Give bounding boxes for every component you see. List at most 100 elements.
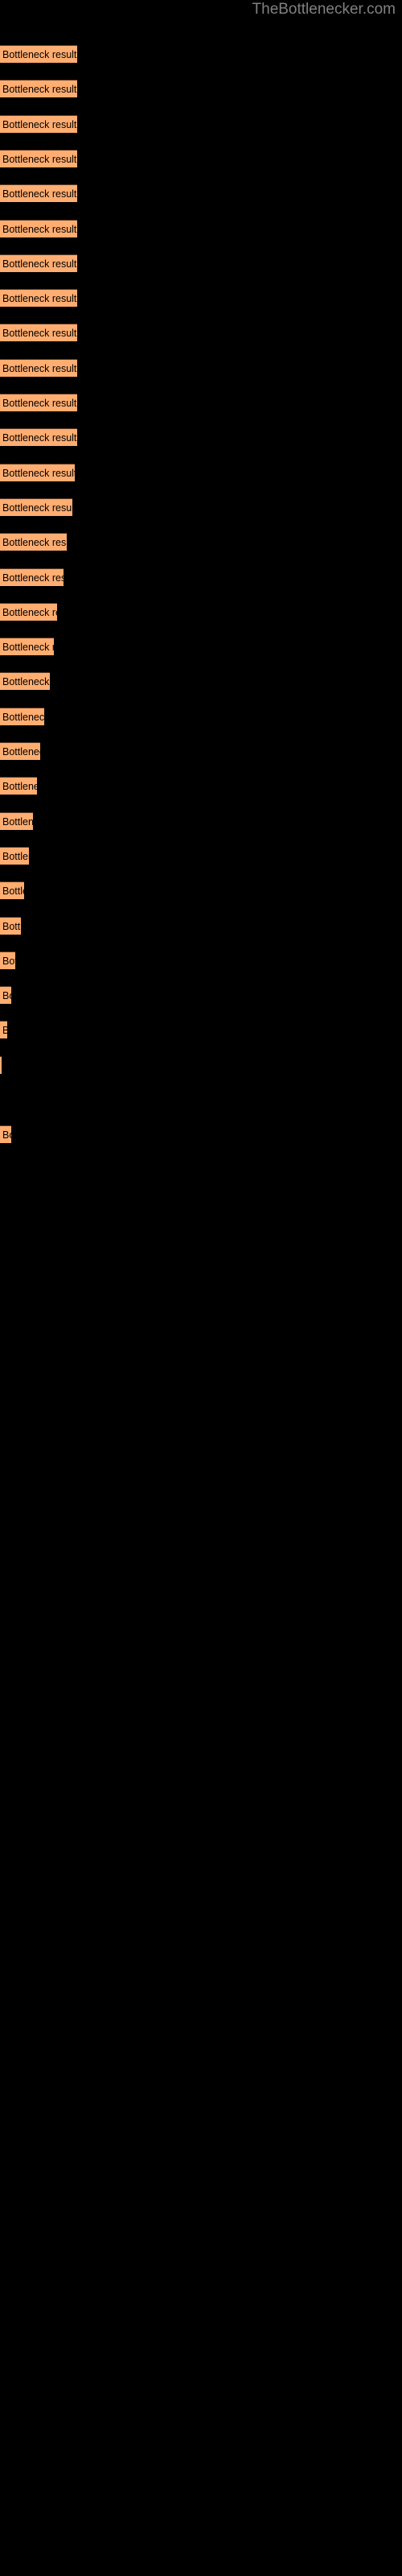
bar-label: Bottleneck result — [2, 746, 40, 758]
bar-label: Bottleneck result — [2, 537, 67, 549]
bar[interactable]: Bottleneck result — [0, 289, 77, 308]
bar-label: Bottleneck result — [2, 293, 77, 305]
bar[interactable]: Bottleneck result — [0, 916, 21, 935]
bar-row: Bottleneck result — [0, 986, 402, 1005]
bar[interactable]: Bottleneck result — [0, 811, 33, 830]
bar-label: Bottleneck result — [2, 990, 11, 1002]
bar-label: Bottleneck result — [2, 118, 77, 130]
bar-row: Bottleneck result — [0, 1125, 402, 1144]
bar-label: Bottleneck result — [2, 920, 21, 932]
bar-row: Bottleneck result — [0, 254, 402, 272]
bar-label: Bottleneck result — [2, 362, 77, 374]
bar[interactable]: Bottleneck result — [0, 707, 44, 725]
bar-clip: Bottleneck result — [0, 951, 15, 969]
bar[interactable]: Bottleneck result — [0, 219, 77, 237]
bar-row: Bottleneck result — [0, 394, 402, 411]
bar-clip: Bottleneck result — [0, 846, 29, 865]
bar-clip: Bottleneck result — [0, 219, 77, 237]
bar-clip: Bottleneck result — [0, 1021, 7, 1039]
bar-clip: Bottleneck result — [0, 602, 57, 621]
bar-row: Bottleneck result — [0, 289, 402, 308]
bar-clip: Bottleneck result — [0, 45, 77, 63]
bar-clip: Bottleneck result — [0, 184, 77, 203]
bar[interactable]: Bottleneck result — [0, 1055, 2, 1074]
bar-clip: Bottleneck result — [0, 777, 37, 795]
bar-clip: Bottleneck result — [0, 289, 77, 308]
bar[interactable]: Bottleneck result — [0, 1125, 11, 1144]
bar[interactable]: Bottleneck result — [0, 149, 77, 167]
bar-clip: Bottleneck result — [0, 497, 72, 516]
bar-label: Bottleneck result — [2, 815, 33, 828]
bar-label: Bottleneck result — [2, 258, 77, 270]
bar[interactable]: Bottleneck result — [0, 846, 29, 865]
bar-label: Bottleneck result — [2, 467, 75, 479]
bar-row: Bottleneck result — [0, 916, 402, 935]
bar-label: Bottleneck result — [2, 188, 77, 200]
bar[interactable]: Bottleneck result — [0, 358, 77, 377]
bar-label: Bottleneck result — [2, 572, 64, 584]
bar-label: Bottleneck result — [2, 711, 44, 723]
bar-clip: Bottleneck result — [0, 324, 77, 342]
bar[interactable]: Bottleneck result — [0, 568, 64, 586]
bar-label: Bottleneck result — [2, 606, 57, 618]
bar-row: Bottleneck result — [0, 184, 402, 203]
bar[interactable]: Bottleneck result — [0, 951, 15, 969]
bar-clip: Bottleneck result — [0, 254, 77, 272]
bar[interactable]: Bottleneck result — [0, 114, 77, 133]
bar-row: Bottleneck result — [0, 602, 402, 621]
bar-row: Bottleneck result — [0, 497, 402, 516]
bar[interactable]: Bottleneck result — [0, 602, 57, 621]
bar-clip: Bottleneck result — [0, 672, 50, 691]
bar-row — [0, 1091, 402, 1108]
bar-row: Bottleneck result — [0, 1021, 402, 1039]
bar[interactable]: Bottleneck result — [0, 428, 77, 447]
bar-row: Bottleneck result — [0, 428, 402, 447]
bar-clip: Bottleneck result — [0, 149, 77, 167]
bar-row: Bottleneck result — [0, 881, 402, 900]
bar[interactable]: Bottleneck result — [0, 184, 77, 203]
bar-row: Bottleneck result — [0, 777, 402, 795]
bar-clip: Bottleneck result — [0, 916, 21, 935]
bar[interactable]: Bottleneck result — [0, 497, 72, 516]
bar-row: Bottleneck result — [0, 80, 402, 98]
bar-label: Bottleneck result — [2, 49, 77, 60]
bar-clip: Bottleneck result — [0, 1125, 11, 1144]
bar-clip: Bottleneck result — [0, 1055, 2, 1074]
bar-clip: Bottleneck result — [0, 114, 77, 133]
bar[interactable]: Bottleneck result — [0, 394, 77, 411]
bar[interactable]: Bottleneck result — [0, 986, 11, 1005]
bar[interactable]: Bottleneck result — [0, 672, 50, 691]
bar[interactable]: Bottleneck result — [0, 881, 24, 900]
bar[interactable]: Bottleneck result — [0, 638, 54, 656]
bar-label: Bottleneck result — [2, 955, 15, 967]
bar-row: Bottleneck result — [0, 951, 402, 969]
bar[interactable]: Bottleneck result — [0, 533, 67, 551]
bar-row: Bottleneck result — [0, 149, 402, 167]
bar-clip: Bottleneck result — [0, 707, 44, 725]
bar-label: Bottleneck result — [2, 886, 24, 898]
bar-row: Bottleneck result — [0, 1055, 402, 1074]
bar[interactable]: Bottleneck result — [0, 45, 77, 63]
bar-label: Bottleneck result — [2, 850, 29, 862]
bar[interactable]: Bottleneck result — [0, 742, 40, 760]
bar-label: Bottleneck result — [2, 1025, 7, 1037]
bar-row: Bottleneck result — [0, 638, 402, 656]
bar[interactable]: Bottleneck result — [0, 80, 77, 98]
bar[interactable]: Bottleneck result — [0, 777, 37, 795]
bar-label: Bottleneck result — [2, 328, 77, 340]
bar-clip: Bottleneck result — [0, 80, 77, 98]
bar-label: Bottleneck result — [2, 398, 77, 409]
bar-row: Bottleneck result — [0, 114, 402, 133]
bar-row: Bottleneck result — [0, 846, 402, 865]
bar-label: Bottleneck result — [2, 642, 54, 654]
bar-row: Bottleneck result — [0, 811, 402, 830]
bar[interactable]: Bottleneck result — [0, 1021, 7, 1039]
bar-clip: Bottleneck result — [0, 568, 64, 586]
bar-row: Bottleneck result — [0, 672, 402, 691]
bar[interactable]: Bottleneck result — [0, 254, 77, 272]
bar-clip: Bottleneck result — [0, 463, 75, 481]
bar-row: Bottleneck result — [0, 324, 402, 342]
bar[interactable]: Bottleneck result — [0, 463, 75, 481]
bar[interactable]: Bottleneck result — [0, 324, 77, 342]
bar-row: Bottleneck result — [0, 707, 402, 725]
